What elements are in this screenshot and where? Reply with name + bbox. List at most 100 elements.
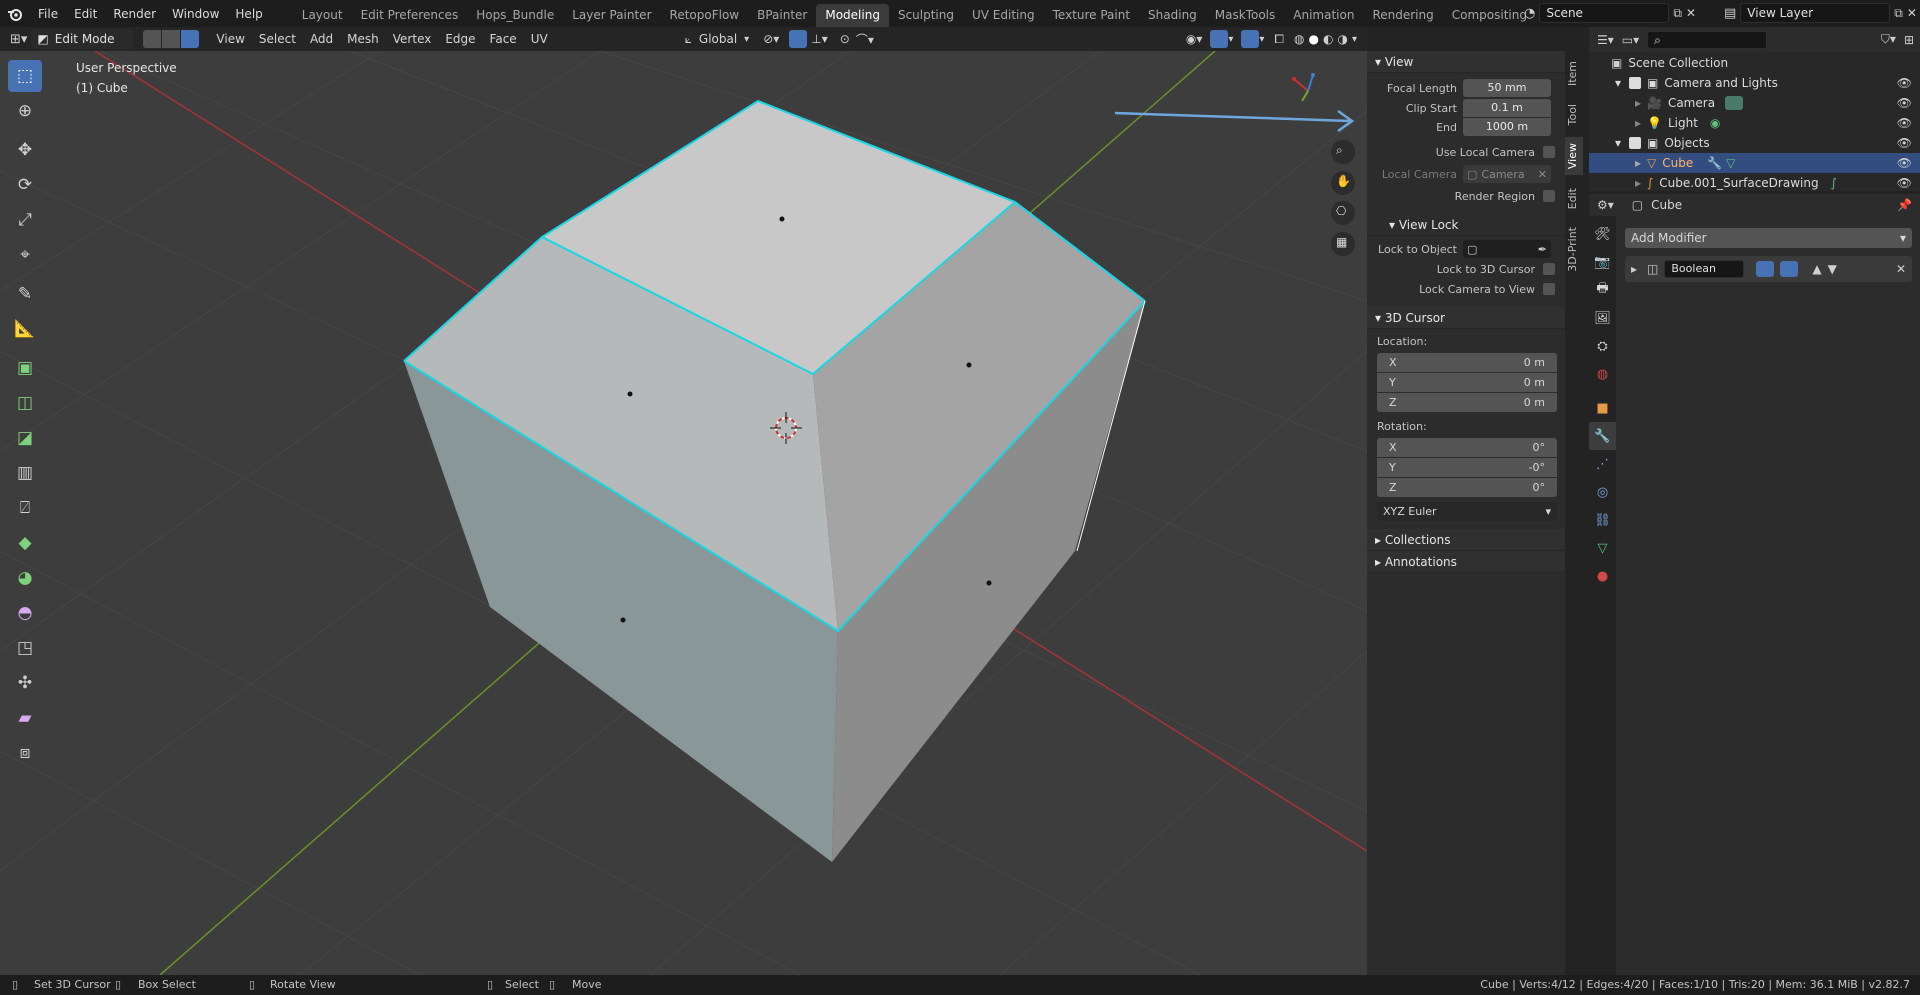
cursor-rotation-y[interactable]: Y -0° [1377, 458, 1557, 477]
xray-icon[interactable]: ⧠ [1274, 32, 1284, 47]
new-collection-icon[interactable]: ⊞ [1904, 33, 1914, 47]
tab-layer-painter[interactable]: Layer Painter [563, 4, 660, 27]
shear-tool[interactable]: ▰ [8, 702, 42, 734]
menu-window[interactable]: Window [164, 3, 227, 25]
menu-edit[interactable]: Edit [66, 3, 105, 25]
edge-select-icon[interactable] [162, 30, 181, 48]
eye-icon[interactable]: 👁 [1897, 93, 1912, 113]
outliner-row-cube[interactable]: ▸ ▽ Cube 🔧 ▽ 👁 [1589, 153, 1920, 173]
eye-icon[interactable]: 👁 [1897, 73, 1912, 93]
pin-icon[interactable]: 📌 [1897, 198, 1912, 212]
tab-hops-bundle[interactable]: Hops_Bundle [467, 4, 563, 27]
tab-retopoflow[interactable]: RetopoFlow [661, 4, 749, 27]
orientation-dropdown[interactable]: Global [692, 29, 744, 49]
edge-slide-tool[interactable]: ◳ [8, 632, 42, 664]
cursor-rotation-z[interactable]: Z 0° [1377, 478, 1557, 497]
cursor-location-z[interactable]: Z0 m [1377, 393, 1557, 412]
ortho-grid-icon[interactable]: ▦ [1336, 235, 1347, 249]
falloff-icon[interactable]: ⌒▾ [856, 31, 874, 48]
menu-add[interactable]: Add [303, 29, 340, 49]
move-down-icon[interactable]: ▼ [1828, 262, 1837, 276]
eye-icon[interactable]: 👁 [1897, 173, 1912, 193]
physics-props-tab-icon[interactable]: ◎ [1589, 478, 1616, 506]
delete-scene-icon[interactable]: ✕ [1686, 6, 1696, 20]
viewport-canvas[interactable] [0, 51, 1367, 975]
view-lock-section-header[interactable]: ▾ View Lock [1367, 214, 1565, 236]
menu-mesh[interactable]: Mesh [340, 29, 386, 49]
tool-props-tab-icon[interactable]: 🛠 [1589, 220, 1616, 248]
extrude-tool[interactable]: ▣ [8, 352, 42, 384]
select-box-tool[interactable]: ⬚ [8, 60, 42, 92]
tab-modeling[interactable]: Modeling [816, 4, 889, 27]
face-select-icon[interactable] [181, 30, 200, 48]
outliner-row-camera-and-lights[interactable]: ▾ ▣ Camera and Lights 👁 [1615, 73, 1920, 93]
delete-view-layer-icon[interactable]: ✕ [1907, 6, 1917, 20]
duplicate-view-layer-icon[interactable]: ⧉ [1894, 6, 1903, 21]
editor-type-icon[interactable]: ☰▾ [1597, 33, 1614, 47]
lock-camera-checkbox[interactable] [1543, 283, 1555, 295]
tab-tool[interactable]: Tool [1565, 98, 1583, 131]
use-local-camera-checkbox[interactable] [1543, 146, 1555, 158]
modifier-props-tab-icon[interactable]: 🔧 [1589, 422, 1616, 450]
tab-rendering[interactable]: Rendering [1363, 4, 1442, 27]
shrink-fatten-tool[interactable]: ✣ [8, 667, 42, 699]
collections-section-header[interactable]: ▸ Collections [1367, 529, 1565, 551]
view-layer-props-tab-icon[interactable]: 🖼 [1589, 304, 1616, 332]
loop-cut-tool[interactable]: ▥ [8, 457, 42, 489]
eyedropper-icon[interactable]: ✒ [1538, 243, 1547, 256]
vertex-select-icon[interactable] [143, 30, 162, 48]
view-layer-field[interactable]: View Layer [1740, 3, 1891, 23]
bevel-tool[interactable]: ◪ [8, 422, 42, 454]
local-camera-field[interactable]: ▢ Camera ✕ [1463, 165, 1551, 183]
tab-shading[interactable]: Shading [1139, 4, 1206, 27]
proportional-edit-icon[interactable]: ⊙ [840, 32, 850, 46]
lock-to-cursor-checkbox[interactable] [1543, 263, 1555, 275]
tab-edit[interactable]: Edit [1565, 182, 1583, 215]
outliner-row-camera[interactable]: ▸ 🎥 Camera 👁 [1635, 93, 1920, 113]
transform-tool[interactable]: ⌖ [8, 239, 42, 271]
wireframe-shading-icon[interactable]: ◍ [1294, 32, 1304, 46]
outliner-row-light[interactable]: ▸ 💡 Light ◉ 👁 [1635, 113, 1920, 133]
camera-view-icon[interactable]: ⎔ [1336, 204, 1346, 218]
tab-view[interactable]: View [1565, 137, 1583, 176]
cursor-rotation-x[interactable]: X 0° [1377, 438, 1557, 457]
eye-icon[interactable]: 👁 [1897, 133, 1912, 153]
outliner-scene-collection[interactable]: ▣ Scene Collection [1611, 53, 1728, 73]
material-shading-icon[interactable]: ◐ [1323, 32, 1333, 46]
annotate-tool[interactable]: ✎ [8, 278, 42, 310]
clip-start-field[interactable]: 0.1 m [1463, 99, 1551, 117]
poly-build-tool[interactable]: ◆ [8, 527, 42, 559]
close-icon[interactable]: ✕ [1896, 262, 1906, 276]
tab-bpainter[interactable]: BPainter [748, 4, 816, 27]
object-props-tab-icon[interactable]: ■ [1589, 394, 1616, 422]
output-props-tab-icon[interactable]: 🖶 [1589, 276, 1616, 304]
menu-uv[interactable]: UV [524, 29, 555, 49]
rendered-shading-icon[interactable]: ◑ [1337, 32, 1347, 46]
inset-tool[interactable]: ◫ [8, 387, 42, 419]
scale-tool[interactable]: ⤢ [8, 204, 42, 236]
tab-layout[interactable]: Layout [293, 4, 352, 27]
tab-edit-preferences[interactable]: Edit Preferences [352, 4, 468, 27]
tab-3d-print[interactable]: 3D-Print [1565, 221, 1583, 278]
overlay-toggle-icon[interactable] [1241, 30, 1260, 48]
editor-type-icon[interactable]: ⊞▾ [10, 32, 27, 47]
outliner-search-input[interactable]: ⌕ [1647, 30, 1768, 49]
menu-file[interactable]: File [30, 3, 66, 25]
render-region-checkbox[interactable] [1543, 190, 1555, 202]
tab-animation[interactable]: Animation [1284, 4, 1363, 27]
outliner-row-cube-001[interactable]: ▸ ∫ Cube.001_SurfaceDrawing ∫ 👁 [1635, 173, 1920, 193]
3d-cursor-section-header[interactable]: ▾ 3D Cursor [1367, 307, 1565, 329]
3d-viewport[interactable]: User Perspective (1) Cube ⌕ ✋ ⎔ ▦ [0, 51, 1367, 975]
duplicate-scene-icon[interactable]: ⧉ [1673, 6, 1682, 21]
display-mode-icon[interactable]: ▭▾ [1622, 33, 1639, 47]
modifier-name-field[interactable]: Boolean [1664, 260, 1745, 278]
rotate-tool[interactable]: ⟳ [8, 169, 42, 201]
data-props-tab-icon[interactable]: ▽ [1589, 534, 1616, 562]
visibility-icon[interactable]: ◉▾ [1186, 32, 1203, 46]
spin-tool[interactable]: ◕ [8, 562, 42, 594]
knife-tool[interactable]: ⍁ [8, 492, 42, 524]
chevron-right-icon[interactable]: ▸ [1631, 262, 1637, 276]
scene-props-tab-icon[interactable]: ⛭ [1589, 332, 1616, 360]
move-up-icon[interactable]: ▲ [1812, 262, 1821, 276]
snap-toggle-icon[interactable] [789, 30, 808, 48]
